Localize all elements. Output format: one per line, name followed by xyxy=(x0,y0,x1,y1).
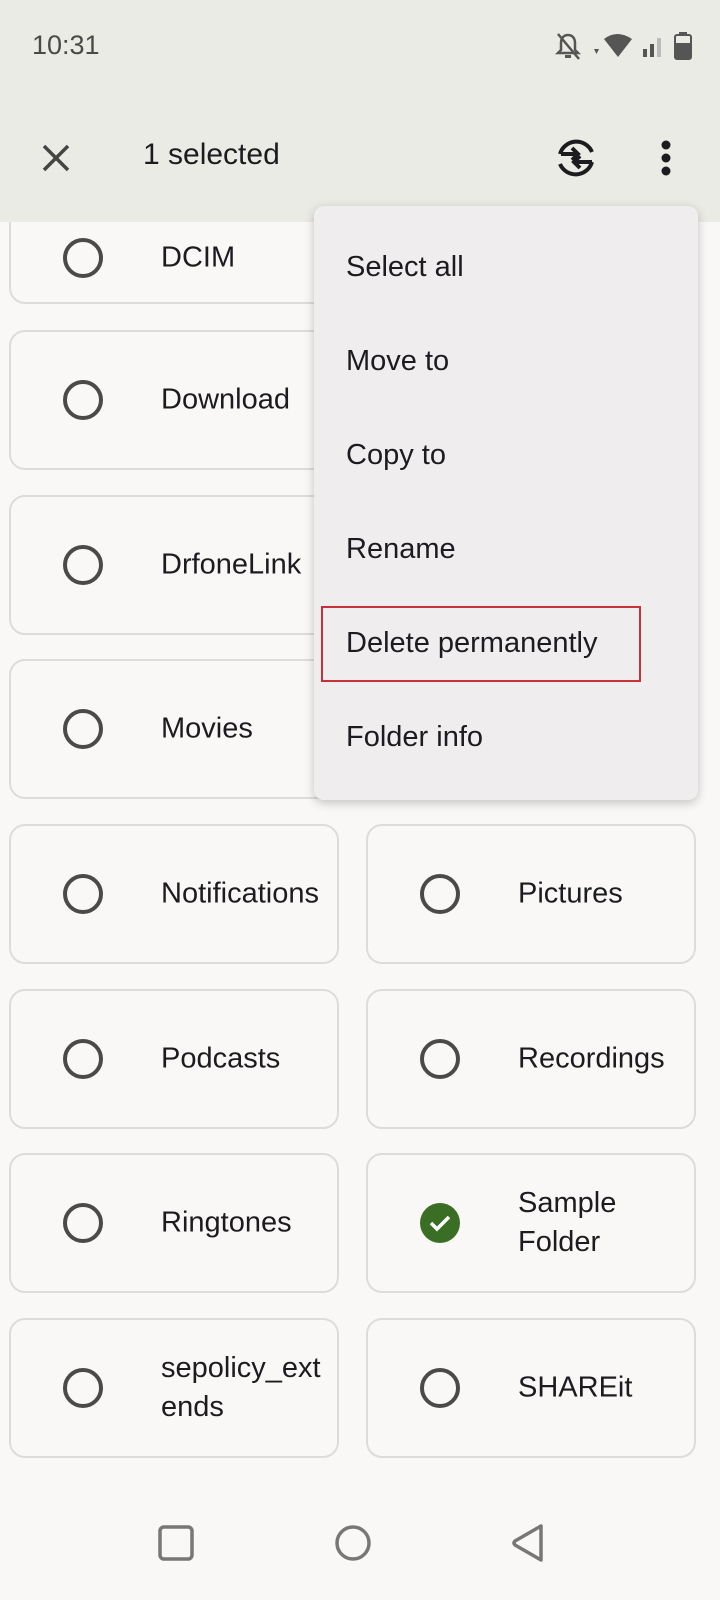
status-icons xyxy=(554,30,692,66)
more-vert-icon xyxy=(660,140,672,181)
signal-icon xyxy=(642,31,666,66)
folder-name: Notifications xyxy=(161,877,319,910)
folder-name: Recordings xyxy=(518,1042,665,1075)
folder-card-sample-folder[interactable]: Sample Folder xyxy=(366,1153,696,1293)
menu-item-move-to[interactable]: Move to xyxy=(314,314,698,408)
folder-card-dcim[interactable]: DCIM xyxy=(9,222,339,304)
folder-name: Sample Folder xyxy=(518,1187,617,1258)
close-icon xyxy=(41,143,71,178)
folder-name: Pictures xyxy=(518,877,623,910)
wifi-icon xyxy=(590,31,634,66)
unselected-radio-icon[interactable] xyxy=(63,545,103,585)
folder-name: DCIM xyxy=(161,241,236,274)
unselected-radio-icon[interactable] xyxy=(63,1203,103,1243)
folder-name: Movies xyxy=(161,712,253,745)
menu-item-copy-to[interactable]: Copy to xyxy=(314,408,698,502)
recents-button[interactable] xyxy=(141,1510,211,1580)
menu-item-rename[interactable]: Rename xyxy=(314,502,698,596)
overflow-menu: Select all Move to Copy to Rename Delete… xyxy=(314,206,698,800)
unselected-radio-icon[interactable] xyxy=(63,380,103,420)
unselected-radio-icon[interactable] xyxy=(63,1039,103,1079)
folder-card-sepolicy-extends[interactable]: sepolicy_extends xyxy=(9,1318,339,1458)
delete-highlight-box xyxy=(321,606,641,682)
menu-item-folder-info[interactable]: Folder info xyxy=(314,690,698,784)
close-selection-button[interactable] xyxy=(32,136,80,184)
folder-card-pictures[interactable]: Pictures xyxy=(366,824,696,964)
system-nav-bar xyxy=(0,1490,720,1600)
sync-arrows-icon xyxy=(555,137,597,184)
folder-name: Download xyxy=(161,383,290,416)
folder-name: SHAREit xyxy=(518,1371,633,1404)
selection-app-bar: 1 selected xyxy=(0,100,720,222)
selected-check-icon[interactable] xyxy=(420,1203,460,1243)
folder-name: Ringtones xyxy=(161,1206,292,1239)
folder-card-shareit[interactable]: SHAREit xyxy=(366,1318,696,1458)
unselected-radio-icon[interactable] xyxy=(420,1039,460,1079)
folder-name: Podcasts xyxy=(161,1042,281,1075)
folder-card-drfonelink[interactable]: DrfoneLink xyxy=(9,495,339,635)
status-bar: 10:31 xyxy=(0,0,720,100)
back-button[interactable] xyxy=(494,1510,564,1580)
folder-card-notifications[interactable]: Notifications xyxy=(9,824,339,964)
unselected-radio-icon[interactable] xyxy=(420,1368,460,1408)
selection-count-title: 1 selected xyxy=(143,138,280,171)
folder-name: sepolicy_extends xyxy=(161,1352,321,1423)
folder-name: DrfoneLink xyxy=(161,548,302,581)
unselected-radio-icon[interactable] xyxy=(63,238,103,278)
unselected-radio-icon[interactable] xyxy=(63,1368,103,1408)
menu-item-select-all[interactable]: Select all xyxy=(314,220,698,314)
back-icon xyxy=(511,1523,547,1568)
folder-card-ringtones[interactable]: Ringtones xyxy=(9,1153,339,1293)
sync-button[interactable] xyxy=(550,134,602,186)
unselected-radio-icon[interactable] xyxy=(63,709,103,749)
folder-card-download[interactable]: Download xyxy=(9,330,339,470)
home-button[interactable] xyxy=(318,1510,388,1580)
folder-card-movies[interactable]: Movies xyxy=(9,659,339,799)
unselected-radio-icon[interactable] xyxy=(63,874,103,914)
status-time: 10:31 xyxy=(32,30,100,60)
battery-icon xyxy=(674,31,692,66)
home-icon xyxy=(334,1524,372,1567)
notifications-off-icon xyxy=(554,31,582,66)
more-options-button[interactable] xyxy=(640,134,692,186)
folder-card-recordings[interactable]: Recordings xyxy=(366,989,696,1129)
folder-card-podcasts[interactable]: Podcasts xyxy=(9,989,339,1129)
recents-icon xyxy=(158,1524,194,1566)
unselected-radio-icon[interactable] xyxy=(420,874,460,914)
